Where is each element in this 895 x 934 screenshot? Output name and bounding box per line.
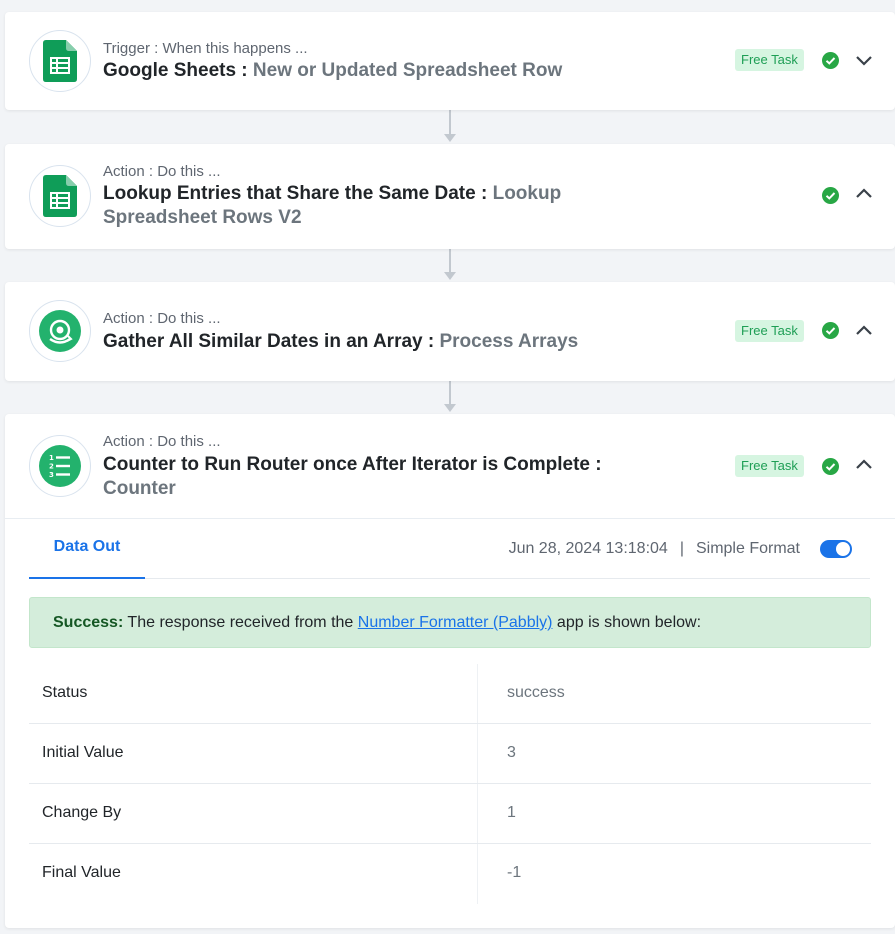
success-alert: Success: The response received from the … [29,597,871,648]
alert-text-end: app is shown below: [552,614,702,631]
step-app-action: New or Updated Spreadsheet Row [252,60,563,81]
step-card-counter[interactable]: 1 2 3 Action : Do this ... Counter to Ru… [5,414,895,928]
step-title: Counter to Run Router once After Iterato… [103,453,643,501]
tab-data-out[interactable]: Data Out [29,519,145,579]
connector-arrow [443,249,457,282]
step-title-name: Gather All Similar Dates in an Array : [103,331,440,352]
step-type-label: Trigger : When this happens ... [103,40,308,57]
svg-text:2: 2 [49,463,54,471]
step-title: Google Sheets : New or Updated Spreadshe… [103,59,623,83]
process-arrays-icon [29,300,91,362]
step-type-label: Action : Do this ... [103,310,221,327]
row-value: 1 [507,804,516,821]
free-task-badge: Free Task [735,455,804,477]
response-timestamp: Jun 28, 2024 13:18:04 [508,540,668,557]
step-title-name: Lookup Entries that Share the Same Date … [103,183,493,204]
row-key: Change By [42,804,122,821]
table-row: Initial Value 3 [29,724,871,784]
chevron-up-icon[interactable] [853,320,875,342]
meta-separator: | [679,540,684,557]
chevron-up-icon[interactable] [853,454,875,476]
step-card-process-arrays[interactable]: Action : Do this ... Gather All Similar … [5,282,895,381]
free-task-badge: Free Task [735,49,804,71]
success-check-icon [822,322,839,339]
connector-arrow [443,381,457,414]
step-title: Gather All Similar Dates in an Array : P… [103,330,623,354]
column-divider [477,724,478,783]
response-meta: Jun 28, 2024 13:18:04 | Simple Format [509,519,852,579]
detail-tabs: Data Out Jun 28, 2024 13:18:04 | Simple … [29,519,870,579]
row-value: -1 [507,864,522,881]
step-card-lookup[interactable]: Action : Do this ... Lookup Entries that… [5,144,895,249]
simple-format-label: Simple Format [695,540,800,557]
chevron-down-icon[interactable] [853,49,875,71]
app-link[interactable]: Number Formatter (Pabbly) [358,614,553,631]
step-title-name: Counter to Run Router once After Iterato… [103,454,602,475]
simple-format-toggle[interactable] [820,540,852,558]
google-sheets-icon [29,165,91,227]
alert-strong: Success: [53,614,124,631]
svg-text:3: 3 [49,471,54,479]
data-out-table: Status success Initial Value 3 Change By… [29,664,871,904]
step-type-label: Action : Do this ... [103,163,221,180]
row-key: Final Value [42,864,121,881]
alert-text: The response received from the [123,614,358,631]
row-value: success [507,684,565,701]
step-title: Lookup Entries that Share the Same Date … [103,182,603,230]
step-title-name: Google Sheets : [103,60,253,81]
step-app-action: Process Arrays [439,331,579,352]
success-check-icon [822,187,839,204]
chevron-up-icon[interactable] [853,183,875,205]
row-key: Initial Value [42,744,124,761]
success-check-icon [822,52,839,69]
column-divider [477,844,478,904]
table-row: Final Value -1 [29,844,871,904]
svg-text:1: 1 [49,454,54,462]
step-app-action: Counter [103,478,176,499]
google-sheets-icon [29,30,91,92]
connector-line [443,928,457,934]
success-check-icon [822,458,839,475]
step-card-trigger[interactable]: Trigger : When this happens ... Google S… [5,12,895,110]
step-type-label: Action : Do this ... [103,433,221,450]
column-divider [477,784,478,843]
row-key: Status [42,684,88,701]
column-divider [477,664,478,723]
table-row: Change By 1 [29,784,871,844]
connector-arrow [443,110,457,144]
row-value: 3 [507,744,516,761]
number-list-icon: 1 2 3 [29,435,91,497]
table-row: Status success [29,664,871,724]
free-task-badge: Free Task [735,320,804,342]
